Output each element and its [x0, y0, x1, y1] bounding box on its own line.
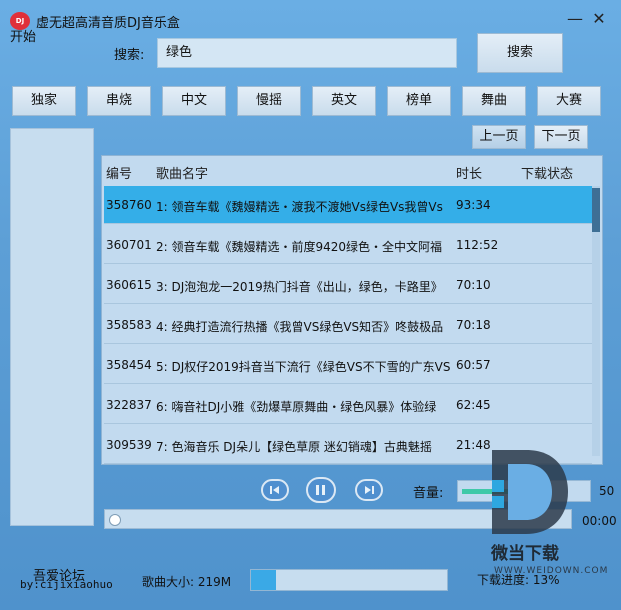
category-button-slow[interactable]: 慢摇 — [237, 86, 301, 116]
table-row[interactable]: 358583 4: 经典打造流行热播《我曾VS绿色VS知否》咚鼓极品 70:18 — [104, 306, 592, 344]
close-button[interactable]: ✕ — [588, 8, 610, 30]
volume-value: 50 — [599, 484, 615, 498]
row-duration: 60:57 — [456, 358, 491, 372]
table-row[interactable]: 358454 5: DJ权仔2019抖音当下流行《绿色VS不下雪的广东VS 60… — [104, 346, 592, 384]
row-id: 360701 — [106, 238, 152, 252]
watermark-text: 微当下载 — [491, 544, 559, 564]
row-duration: 70:10 — [456, 278, 491, 292]
row-id: 358454 — [106, 358, 152, 372]
table-row[interactable]: 358760 1: 领音车载《魏嫚精选・渡我不渡她Vs绿色Vs我曾Vs 93:3… — [104, 186, 592, 224]
song-list-header: 编号 歌曲名字 时长 下载状态 — [102, 156, 592, 186]
row-name: 4: 经典打造流行热播《我曾VS绿色VS知否》咚鼓极品 — [156, 320, 444, 334]
header-id: 编号 — [106, 167, 133, 182]
row-name: 5: DJ权仔2019抖音当下流行《绿色VS不下雪的广东VS — [156, 360, 451, 374]
skip-back-icon — [270, 486, 279, 494]
watermark-logo-icon — [492, 450, 568, 534]
search-button[interactable]: 搜索 — [477, 33, 563, 73]
list-scrollbar[interactable] — [592, 186, 600, 456]
next-track-button[interactable] — [355, 479, 383, 501]
header-name: 歌曲名字 — [156, 167, 209, 182]
row-duration: 70:18 — [456, 318, 491, 332]
header-duration: 时长 — [456, 167, 483, 182]
row-duration: 112:52 — [456, 238, 499, 252]
search-label: 搜索: — [114, 48, 145, 63]
category-button-exclusive[interactable]: 独家 — [12, 86, 76, 116]
row-id: 358760 — [106, 198, 152, 212]
row-name: 2: 领音车载《魏嫚精选・前度9420绿色・全中文阿福 — [156, 240, 443, 254]
song-list: 编号 歌曲名字 时长 下载状态 358760 1: 领音车载《魏嫚精选・渡我不渡… — [101, 155, 603, 465]
play-pause-button[interactable] — [306, 477, 336, 503]
start-menu-button[interactable]: 开始 — [10, 26, 36, 45]
minimize-button[interactable]: — — [564, 8, 586, 30]
row-id: 360615 — [106, 278, 152, 292]
table-row[interactable]: 360701 2: 领音车载《魏嫚精选・前度9420绿色・全中文阿福 112:5… — [104, 226, 592, 264]
category-button-english[interactable]: 英文 — [312, 86, 376, 116]
pause-icon — [316, 485, 325, 495]
skip-forward-icon — [365, 486, 374, 494]
category-button-contest[interactable]: 大赛 — [537, 86, 601, 116]
row-id: 322837 — [106, 398, 152, 412]
volume-label: 音量: — [413, 486, 444, 501]
category-button-dance[interactable]: 舞曲 — [462, 86, 526, 116]
side-panel — [10, 128, 94, 526]
prev-page-button[interactable]: 上一页 — [472, 125, 526, 149]
table-row[interactable]: 322837 6: 嗨音社DJ小雅《劲爆草原舞曲・绿色风暴》体验绿 62:45 — [104, 386, 592, 424]
category-button-charts[interactable]: 榜单 — [387, 86, 451, 116]
row-duration: 62:45 — [456, 398, 491, 412]
row-name: 6: 嗨音社DJ小雅《劲爆草原舞曲・绿色风暴》体验绿 — [156, 400, 437, 414]
row-name: 7: 色海音乐 DJ朵儿【绿色草原 迷幻销魂】古典魅摇 — [156, 440, 432, 454]
playback-time: 00:00 — [582, 514, 617, 528]
header-status: 下载状态 — [521, 167, 574, 182]
row-duration: 93:34 — [456, 198, 491, 212]
previous-track-button[interactable] — [261, 479, 289, 501]
category-button-medley[interactable]: 串烧 — [87, 86, 151, 116]
category-button-chinese[interactable]: 中文 — [162, 86, 226, 116]
next-page-button[interactable]: 下一页 — [534, 125, 588, 149]
row-name: 3: DJ泡泡龙一2019热门抖音《出山，绿色，卡路里》 — [156, 280, 443, 294]
watermark-url: WWW.WEIDOWN.COM — [494, 566, 609, 576]
playback-progress-knob[interactable] — [109, 514, 121, 526]
row-id: 309539 — [106, 438, 152, 452]
author-label: by:cijixiaohuo — [20, 578, 113, 591]
window-title: 虚无超高清音质DJ音乐盒 — [36, 16, 180, 31]
row-name: 1: 领音车载《魏嫚精选・渡我不渡她Vs绿色Vs我曾Vs — [156, 200, 443, 214]
table-row[interactable]: 360615 3: DJ泡泡龙一2019热门抖音《出山，绿色，卡路里》 70:1… — [104, 266, 592, 304]
download-progress-fill — [251, 570, 276, 590]
row-id: 358583 — [106, 318, 152, 332]
list-scrollbar-thumb[interactable] — [592, 188, 600, 232]
search-input[interactable]: 绿色 — [157, 38, 457, 68]
app-window: DJ 虚无超高清音质DJ音乐盒 开始 — ✕ 搜索: 绿色 搜索 独家 串烧 中… — [0, 0, 621, 610]
song-size-label: 歌曲大小: 219M — [142, 575, 232, 589]
download-progress-bar — [250, 569, 448, 591]
